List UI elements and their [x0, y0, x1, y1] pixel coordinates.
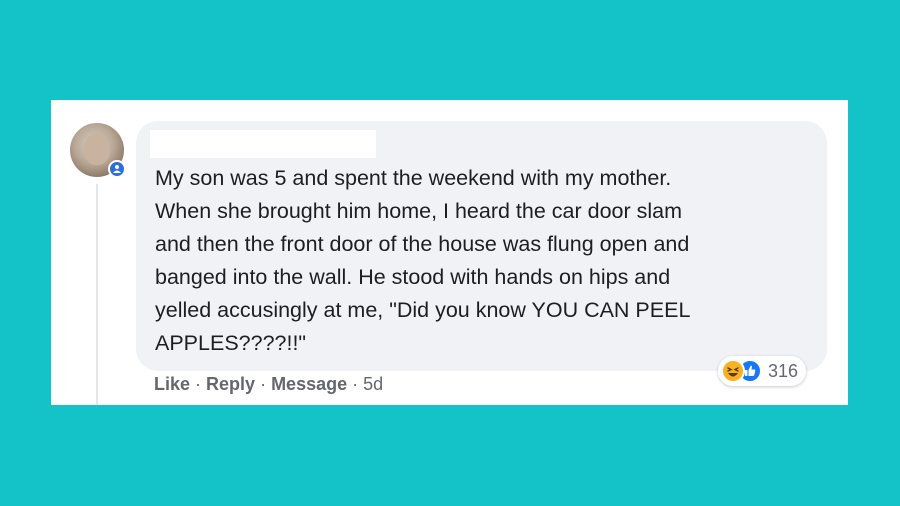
separator: ·: [352, 374, 359, 394]
reply-link[interactable]: Reply: [206, 374, 255, 395]
comment-timestamp[interactable]: 5d: [363, 374, 383, 395]
separator: ·: [195, 374, 202, 394]
comment-text: My son was 5 and spent the weekend with …: [155, 166, 691, 355]
reaction-summary[interactable]: 316: [718, 356, 807, 386]
avatar-photo: [84, 133, 110, 165]
message-link[interactable]: Message: [271, 374, 347, 395]
like-link[interactable]: Like: [154, 374, 190, 395]
haha-icon: [721, 359, 745, 383]
separator: ·: [260, 374, 267, 394]
thread-line: [96, 184, 98, 405]
comment-card: My son was 5 and spent the weekend with …: [51, 100, 848, 405]
reaction-count: 316: [768, 360, 799, 381]
comment-actions: Like · Reply · Message · 5d: [154, 374, 383, 395]
avatar[interactable]: [70, 123, 126, 178]
comment-bubble: My son was 5 and spent the weekend with …: [136, 121, 827, 371]
author-name-redacted: [150, 130, 376, 158]
badge-icon: [108, 160, 126, 178]
